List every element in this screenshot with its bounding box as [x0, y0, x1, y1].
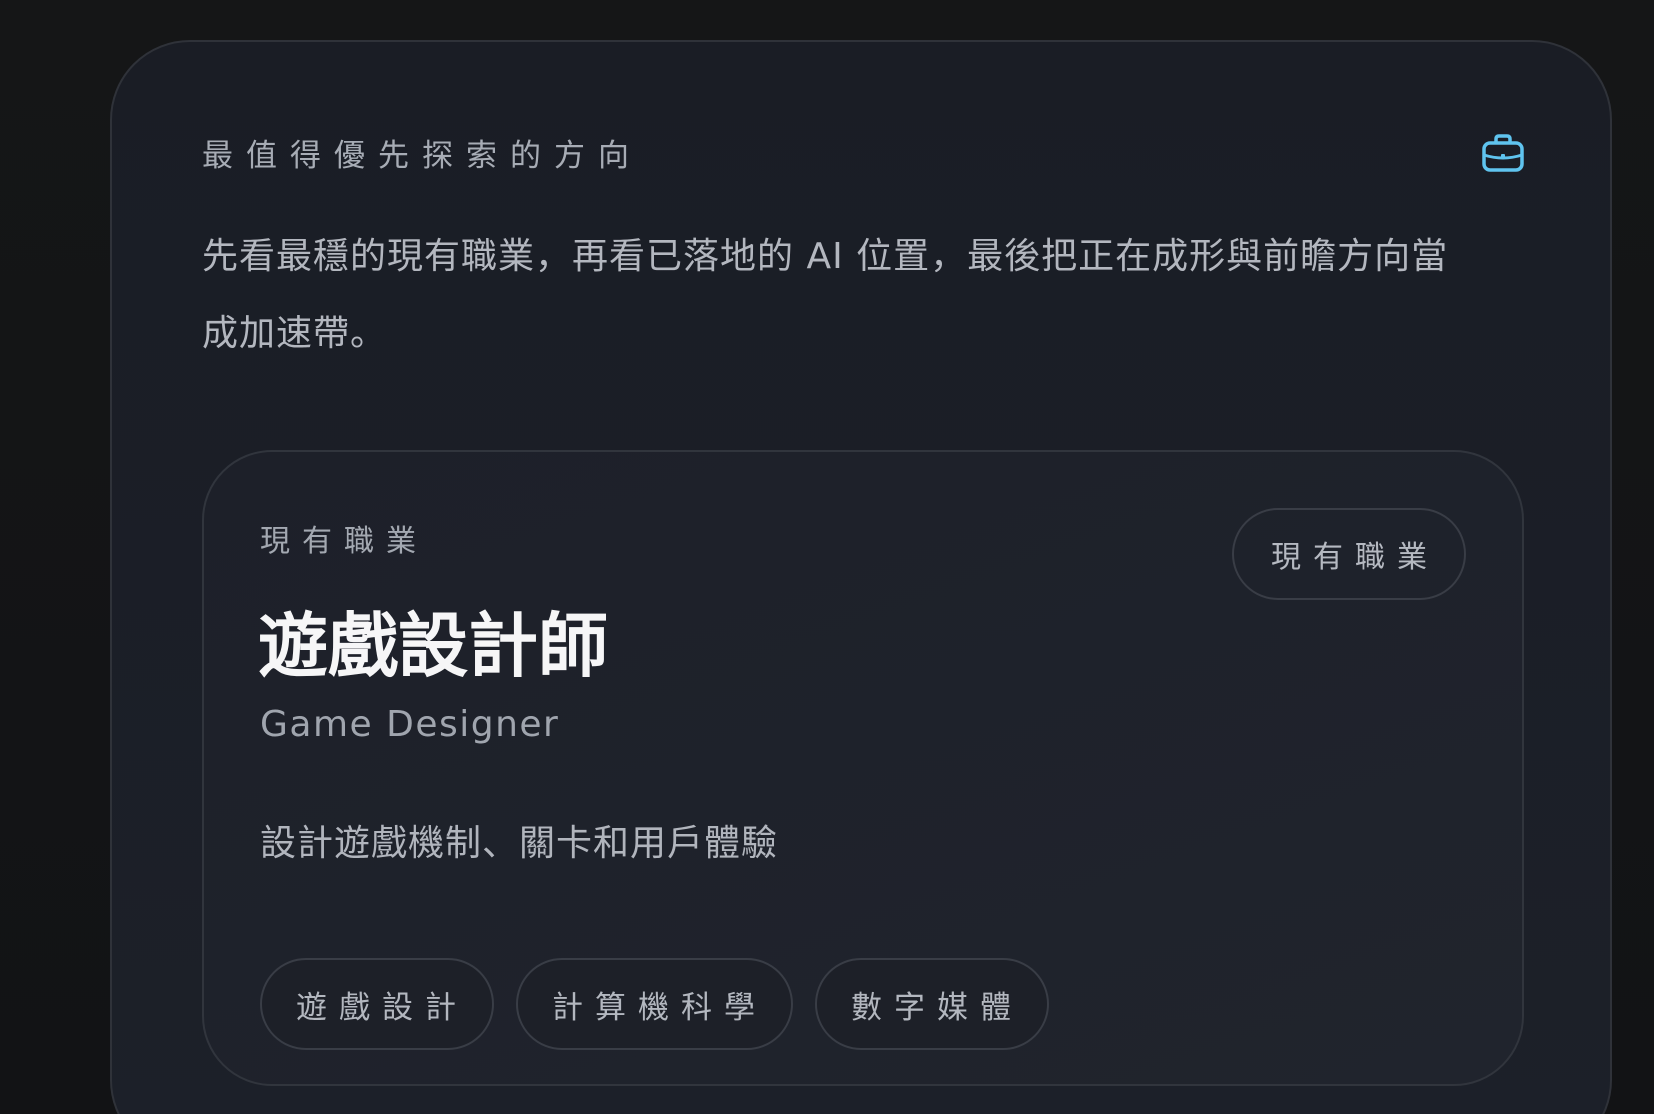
- career-tags: 遊戲設計 計算機科學 數字媒體: [260, 958, 1049, 1050]
- career-title: 遊戲設計師: [258, 604, 608, 687]
- recommendation-panel: 最值得優先探索的方向 先看最穩的現有職業，再看已落地的 AI 位置，最後把正在成…: [110, 40, 1612, 1114]
- career-description: 設計遊戲機制、關卡和用戶體驗: [260, 823, 779, 864]
- tag-game-design[interactable]: 遊戲設計: [260, 958, 494, 1050]
- tag-computer-science[interactable]: 計算機科學: [516, 958, 793, 1050]
- tag-digital-media[interactable]: 數字媒體: [815, 958, 1049, 1050]
- career-card[interactable]: 現有職業 現有職業 遊戲設計師 Game Designer 設計遊戲機制、關卡和…: [202, 450, 1524, 1086]
- career-status-badge: 現有職業: [1232, 508, 1466, 600]
- career-category-label: 現有職業: [260, 524, 428, 559]
- panel-eyebrow: 最值得優先探索的方向: [202, 138, 642, 174]
- career-english-title: Game Designer: [260, 704, 560, 745]
- briefcase-icon: [1482, 134, 1524, 172]
- page: 最值得優先探索的方向 先看最穩的現有職業，再看已落地的 AI 位置，最後把正在成…: [0, 0, 1654, 1114]
- panel-lead-text: 先看最穩的現有職業，再看已落地的 AI 位置，最後把正在成形與前瞻方向當成加速帶…: [202, 236, 1449, 354]
